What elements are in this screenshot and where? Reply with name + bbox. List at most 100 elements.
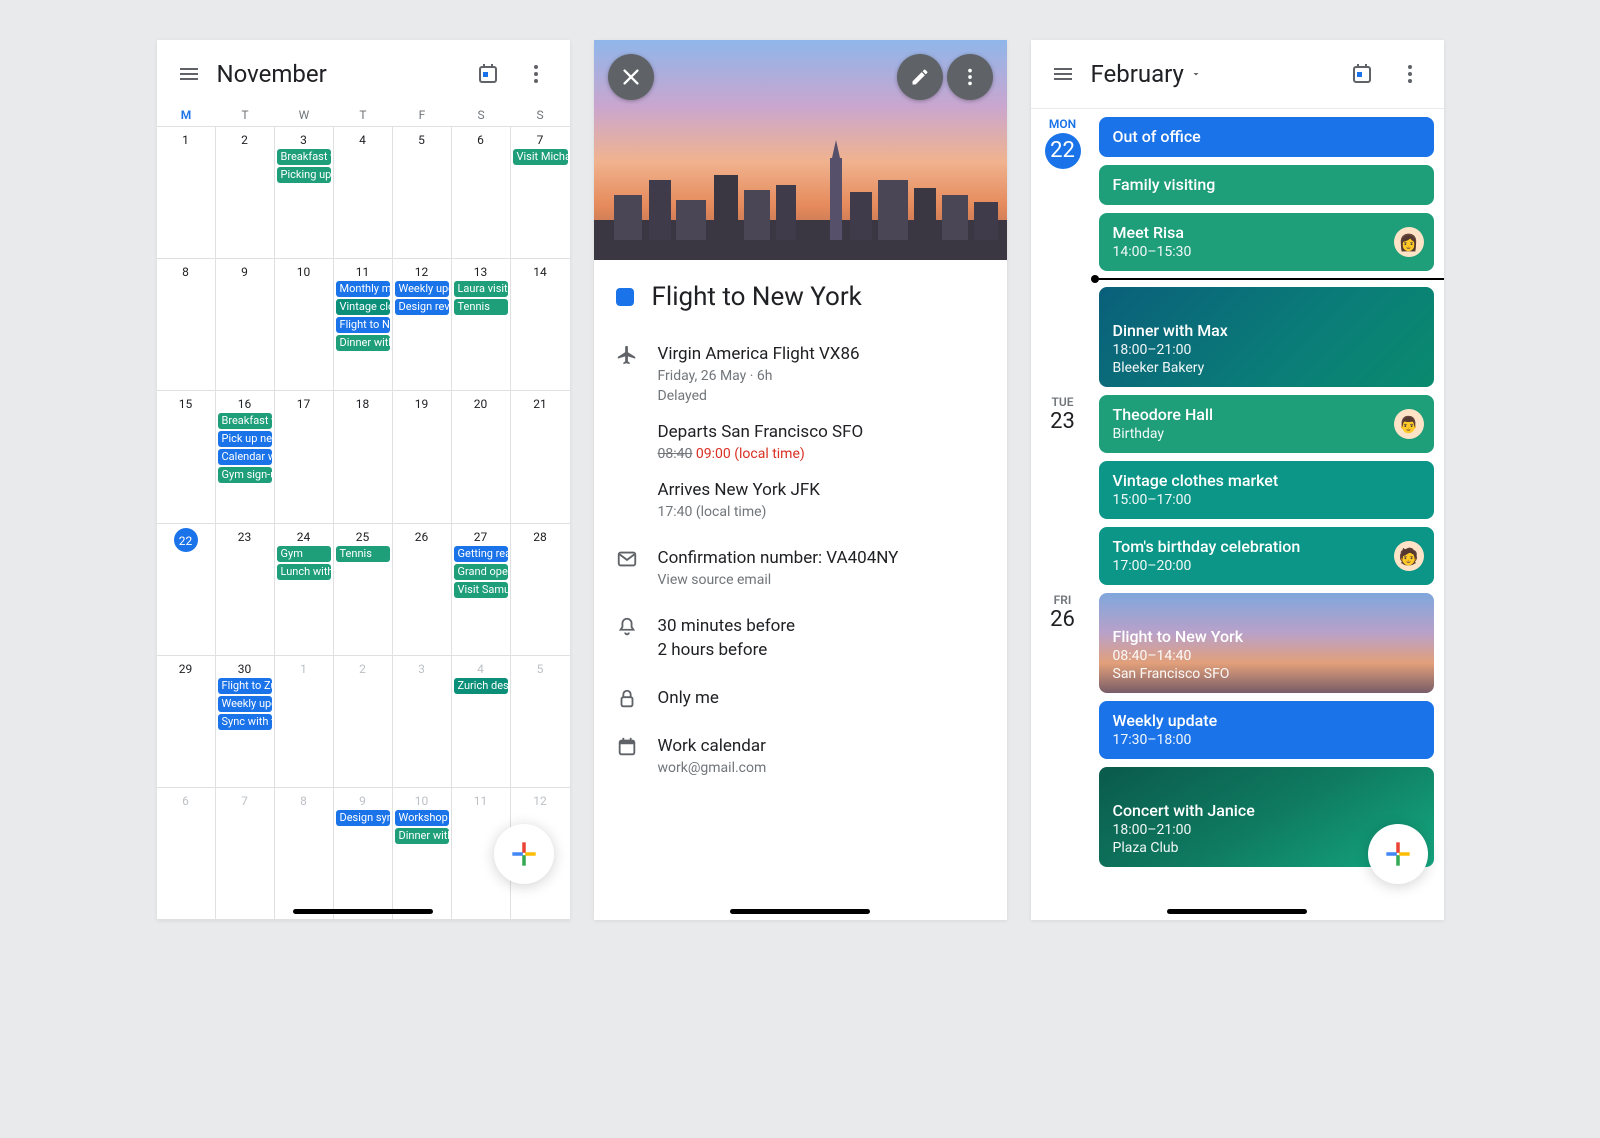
event-chip[interactable]: Monthly me — [336, 281, 390, 297]
overflow-button[interactable] — [1386, 50, 1434, 98]
event-chip[interactable]: Vintage clo — [336, 299, 390, 315]
event-chip[interactable]: Dinner with — [395, 828, 449, 844]
day-cell[interactable]: 7 — [216, 788, 275, 920]
day-cell[interactable]: 28 — [511, 524, 570, 656]
day-cell[interactable]: 30Flight to ZuWeekly updSync with t — [216, 656, 275, 788]
visibility-row[interactable]: Only me — [594, 674, 1007, 722]
month-title[interactable]: November — [217, 60, 327, 88]
create-fab[interactable] — [494, 824, 554, 884]
event-chip[interactable]: Breakfast w — [218, 413, 272, 429]
event-chip[interactable]: Lunch with — [277, 564, 331, 580]
event-overflow-button[interactable] — [947, 54, 993, 100]
day-cell[interactable]: 21 — [511, 391, 570, 523]
day-cell[interactable]: 23 — [216, 524, 275, 656]
schedule-list[interactable]: MON22Out of office Family visiting Meet Ri… — [1031, 109, 1444, 920]
day-cell[interactable]: 4 — [334, 127, 393, 259]
day-cell[interactable]: 1 — [275, 656, 334, 788]
day-cell[interactable]: 15 — [157, 391, 216, 523]
menu-button[interactable] — [1039, 50, 1087, 98]
menu-button[interactable] — [165, 50, 213, 98]
day-cell[interactable]: 10 — [275, 259, 334, 391]
edit-button[interactable] — [897, 54, 943, 100]
day-cell[interactable]: 7Visit Micha — [511, 127, 570, 259]
day-cell[interactable]: 5 — [511, 656, 570, 788]
event-chip[interactable]: Weekly upd — [218, 696, 272, 712]
day-cell[interactable]: 10WorkshopDinner with — [393, 788, 452, 920]
day-cell[interactable]: 24GymLunch with — [275, 524, 334, 656]
today-button[interactable] — [464, 50, 512, 98]
day-cell[interactable]: 9Design syn — [334, 788, 393, 920]
event-card[interactable]: Weekly update17:30–18:00 — [1099, 701, 1434, 759]
event-chip[interactable]: Tennis — [454, 299, 508, 315]
day-cell[interactable]: 16Breakfast wPick up nevCalendar wGym si… — [216, 391, 275, 523]
schedule-title[interactable]: February — [1091, 60, 1202, 88]
event-card[interactable]: Vintage clothes market15:00–17:00 — [1099, 461, 1434, 519]
close-button[interactable] — [608, 54, 654, 100]
day-cell[interactable]: 29 — [157, 656, 216, 788]
event-chip[interactable]: Visit Samue — [454, 582, 508, 598]
event-chip[interactable]: Flight to Ne — [336, 317, 390, 333]
event-chip[interactable]: Picking up — [277, 167, 331, 183]
event-chip[interactable]: Calendar w — [218, 449, 272, 465]
event-chip[interactable]: Laura visiti — [454, 281, 508, 297]
day-cell[interactable]: 22 — [157, 524, 216, 656]
event-card[interactable]: Family visiting — [1099, 165, 1434, 205]
event-card[interactable]: Flight to New York08:40–14:40San Francis… — [1099, 593, 1434, 693]
event-chip[interactable]: Design syn — [336, 810, 390, 826]
event-card[interactable]: Meet Risa14:00–15:30👩 — [1099, 213, 1434, 271]
event-chip[interactable]: Pick up nev — [218, 431, 272, 447]
event-chip[interactable]: Flight to Zu — [218, 678, 272, 694]
event-chip[interactable]: Breakfast w — [277, 149, 331, 165]
day-cell[interactable]: 8 — [275, 788, 334, 920]
day-cell[interactable]: 2 — [334, 656, 393, 788]
event-card[interactable]: Theodore HallBirthday👨 — [1099, 395, 1434, 453]
event-chip[interactable]: Gym — [277, 546, 331, 562]
day-cell[interactable]: 20 — [452, 391, 511, 523]
day-cell[interactable]: 5 — [393, 127, 452, 259]
day-cell[interactable]: 25Tennis — [334, 524, 393, 656]
day-cell[interactable]: 14 — [511, 259, 570, 391]
today-button[interactable] — [1338, 50, 1386, 98]
event-chip[interactable]: Grand open — [454, 564, 508, 580]
event-chip[interactable]: Getting rea — [454, 546, 508, 562]
day-cell[interactable]: 26 — [393, 524, 452, 656]
event-chip[interactable]: Visit Micha — [513, 149, 568, 165]
day-cell[interactable]: 13Laura visitiTennis — [452, 259, 511, 391]
day-cell[interactable]: 3Breakfast wPicking up — [275, 127, 334, 259]
event-card[interactable]: Out of office — [1099, 117, 1434, 157]
month-grid[interactable]: 123Breakfast wPicking up4567Visit Micha8… — [157, 126, 570, 920]
day-cell[interactable]: 17 — [275, 391, 334, 523]
day-cell[interactable]: 27Getting reaGrand openVisit Samue — [452, 524, 511, 656]
event-card[interactable]: Tom's birthday celebration17:00–20:00🧑 — [1099, 527, 1434, 585]
day-cell[interactable]: 4Zurich desi — [452, 656, 511, 788]
overflow-button[interactable] — [512, 50, 560, 98]
day-cell[interactable]: 9 — [216, 259, 275, 391]
day-cell[interactable]: 6 — [452, 127, 511, 259]
day-header[interactable]: MON22 — [1037, 117, 1089, 387]
day-cell[interactable]: 19 — [393, 391, 452, 523]
day-cell[interactable]: 8 — [157, 259, 216, 391]
day-cell[interactable]: 1 — [157, 127, 216, 259]
event-chip[interactable]: Dinner with — [336, 335, 390, 351]
view-source-email[interactable]: View source email — [658, 570, 985, 590]
day-cell[interactable]: 6 — [157, 788, 216, 920]
day-cell[interactable]: 18 — [334, 391, 393, 523]
day-cell[interactable]: 11Monthly meVintage cloFlight to NeDinne… — [334, 259, 393, 391]
day-header[interactable]: FRI26 — [1037, 593, 1089, 867]
confirmation-row[interactable]: Confirmation number: VA404NY View source… — [594, 534, 1007, 602]
event-chip[interactable]: Weekly upd — [395, 281, 449, 297]
event-chip[interactable]: Design revi — [395, 299, 449, 315]
create-fab[interactable] — [1368, 824, 1428, 884]
reminders-row[interactable]: 30 minutes before 2 hours before — [594, 602, 1007, 674]
day-cell[interactable]: 12Weekly updDesign revi — [393, 259, 452, 391]
day-cell[interactable]: 2 — [216, 127, 275, 259]
event-chip[interactable]: Zurich desi — [454, 678, 508, 694]
event-chip[interactable]: Gym sign-u — [218, 467, 272, 483]
event-chip[interactable]: Workshop — [395, 810, 449, 826]
event-chip[interactable]: Sync with t — [218, 714, 272, 730]
day-cell[interactable]: 3 — [393, 656, 452, 788]
calendar-row[interactable]: Work calendar work@gmail.com — [594, 722, 1007, 790]
day-header[interactable]: TUE23 — [1037, 395, 1089, 585]
event-chip[interactable]: Tennis — [336, 546, 390, 562]
event-card[interactable]: Dinner with Max18:00–21:00Bleeker Bakery — [1099, 287, 1434, 387]
